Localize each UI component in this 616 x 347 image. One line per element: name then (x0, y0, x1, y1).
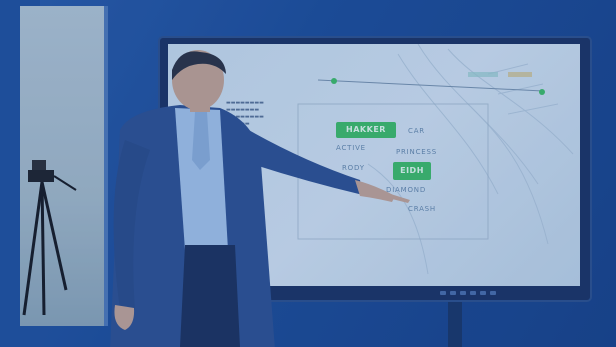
tv-bezel-buttons (440, 288, 560, 298)
photo-scene: ▬▬▬▬▬▬▬▬▬▬▬▬▬▬▬▬▬▬▬▬▬▬▬▬▬▬▬▬ HAKKER EIDH… (0, 0, 616, 347)
presenter (110, 50, 410, 347)
camera-tripod (22, 160, 77, 316)
